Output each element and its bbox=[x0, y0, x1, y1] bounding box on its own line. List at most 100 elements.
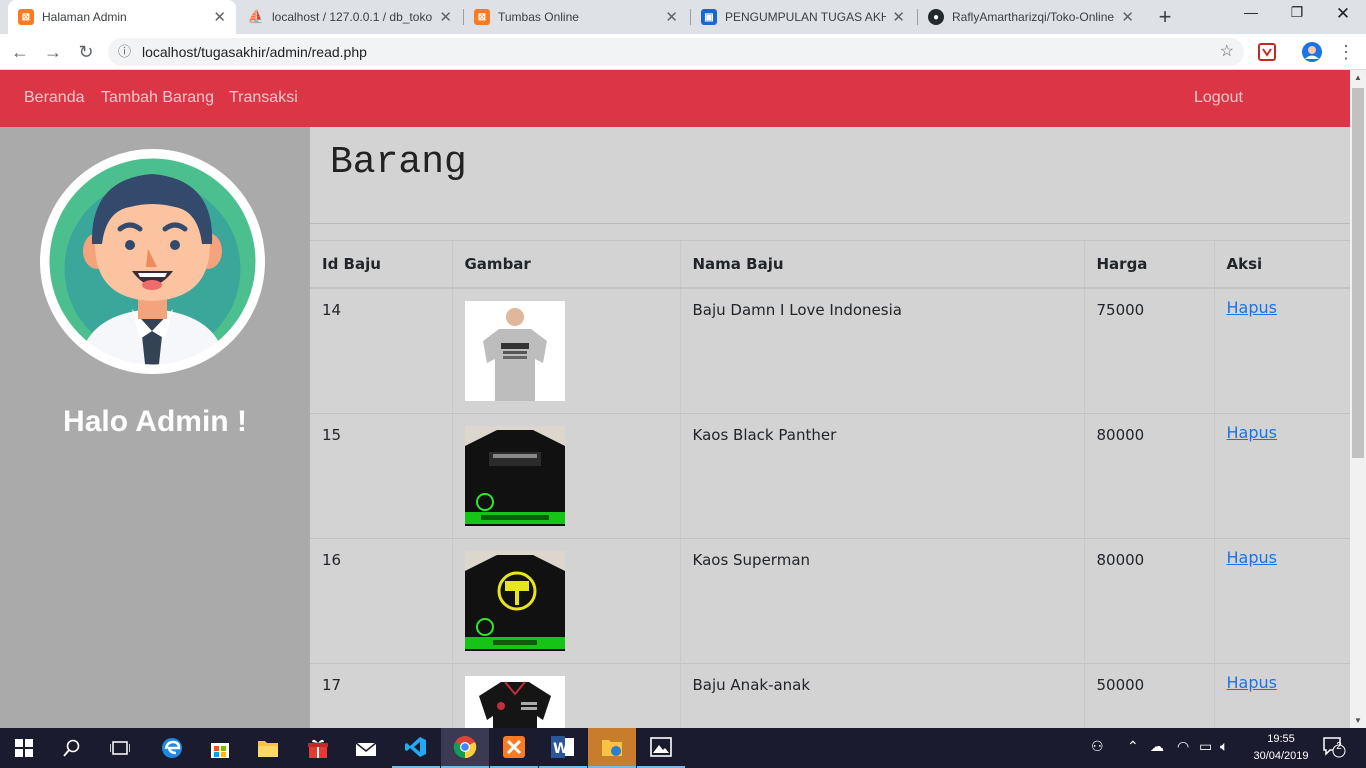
notification-count: 2 bbox=[1336, 741, 1342, 752]
clock-time: 19:55 bbox=[1267, 733, 1295, 745]
column-header-gambar: Gambar bbox=[451, 240, 680, 289]
close-tab-icon[interactable]: ✕ bbox=[213, 8, 226, 26]
info-icon[interactable]: ⓘ bbox=[118, 38, 131, 66]
address-bar[interactable]: ⓘ localhost/tugasakhir/admin/read.php ☆ bbox=[108, 38, 1244, 66]
tab-label: Tumbas Online bbox=[498, 10, 579, 24]
hapus-link[interactable]: Hapus bbox=[1227, 673, 1277, 692]
scroll-down-arrow-icon[interactable]: ▼ bbox=[1350, 716, 1366, 725]
search-icon[interactable] bbox=[48, 728, 96, 768]
bookmark-star-icon[interactable]: ☆ bbox=[1220, 38, 1234, 66]
column-header-aksi: Aksi bbox=[1213, 240, 1350, 289]
top-navbar: Beranda Tambah Barang Transaksi Logout bbox=[0, 70, 1350, 127]
tab-halaman-admin[interactable]: ⊠ Halaman Admin ✕ bbox=[8, 0, 236, 34]
photos-icon[interactable] bbox=[637, 728, 685, 768]
cell-aksi: Hapus bbox=[1213, 287, 1350, 413]
cell-id: 15 bbox=[310, 412, 452, 538]
product-image-thor-tshirt bbox=[464, 550, 565, 651]
vscode-icon[interactable] bbox=[392, 728, 440, 768]
table-row: 15 Kaos Black Panther 80000 Hapus bbox=[310, 412, 1350, 538]
cell-harga: 75000 bbox=[1083, 287, 1214, 413]
folder-app-icon[interactable] bbox=[588, 728, 636, 768]
volume-icon[interactable]: 🔈︎ bbox=[1220, 738, 1228, 755]
classroom-icon: ▣ bbox=[701, 9, 717, 25]
close-tab-icon[interactable]: ✕ bbox=[892, 8, 905, 26]
minimize-icon[interactable]: — bbox=[1228, 4, 1274, 20]
column-header-harga: Harga bbox=[1083, 240, 1214, 289]
scrollbar-thumb[interactable] bbox=[1352, 88, 1364, 458]
chrome-icon[interactable] bbox=[441, 728, 489, 768]
windows-start-icon[interactable] bbox=[0, 728, 48, 768]
wifi-icon[interactable]: ◠ bbox=[1177, 738, 1189, 755]
task-view-icon[interactable] bbox=[96, 728, 144, 768]
back-arrow-icon[interactable]: ← bbox=[8, 40, 32, 64]
tab-label: localhost / 127.0.0.1 / db_toko bbox=[272, 10, 433, 24]
tab-phpmyadmin[interactable]: ⛵ localhost / 127.0.0.1 / db_toko ✕ bbox=[238, 0, 462, 34]
file-explorer-icon[interactable] bbox=[244, 728, 292, 768]
cell-nama: Baju Anak-anak bbox=[679, 662, 1084, 728]
cell-harga: 80000 bbox=[1083, 537, 1214, 663]
phpmyadmin-icon: ⛵ bbox=[247, 9, 265, 24]
cell-harga: 80000 bbox=[1083, 412, 1214, 538]
cell-aksi: Hapus bbox=[1213, 662, 1350, 728]
close-window-icon[interactable]: ✕ bbox=[1320, 4, 1366, 24]
restore-icon[interactable]: ❐ bbox=[1274, 4, 1320, 21]
show-hidden-icons-chevron-icon[interactable]: ⌃ bbox=[1127, 738, 1139, 755]
cell-aksi: Hapus bbox=[1213, 412, 1350, 538]
logout-link[interactable]: Logout bbox=[1194, 89, 1243, 107]
close-tab-icon[interactable]: ✕ bbox=[1121, 8, 1134, 26]
notification-center-icon[interactable]: 2 bbox=[1322, 736, 1346, 761]
profile-avatar-icon[interactable] bbox=[1302, 42, 1322, 62]
new-tab-plus-icon[interactable]: + bbox=[1152, 4, 1178, 30]
sidebar: Halo Admin ! bbox=[0, 127, 310, 728]
admin-avatar-icon bbox=[43, 152, 262, 371]
tab-github[interactable]: ● RaflyAmartharizqi/Toko-Online ✕ bbox=[918, 0, 1144, 34]
extension-shield-icon[interactable] bbox=[1257, 42, 1277, 62]
cell-nama: Kaos Superman bbox=[679, 537, 1084, 663]
nav-transaksi-link[interactable]: Transaksi bbox=[229, 89, 298, 107]
hapus-link[interactable]: Hapus bbox=[1227, 298, 1277, 317]
people-icon[interactable]: ⚇ bbox=[1091, 738, 1104, 755]
hapus-link[interactable]: Hapus bbox=[1227, 423, 1277, 442]
reload-icon[interactable]: ↻ bbox=[74, 40, 98, 64]
system-clock[interactable]: 19:55 30/04/2019 bbox=[1246, 731, 1316, 765]
cell-id: 17 bbox=[310, 662, 452, 728]
browser-toolbar: ← → ↻ ⓘ localhost/tugasakhir/admin/read.… bbox=[0, 34, 1366, 70]
nav-beranda-link[interactable]: Beranda bbox=[24, 89, 85, 107]
store-icon[interactable] bbox=[196, 728, 244, 768]
scroll-up-arrow-icon[interactable]: ▲ bbox=[1350, 73, 1366, 82]
xampp-icon[interactable] bbox=[490, 728, 538, 768]
onedrive-cloud-icon[interactable]: ☁ bbox=[1150, 738, 1164, 755]
close-tab-icon[interactable]: ✕ bbox=[665, 8, 678, 26]
divider bbox=[310, 223, 1350, 224]
browser-tab-strip: ⊠ Halaman Admin ✕ ⛵ localhost / 127.0.0.… bbox=[0, 0, 1366, 34]
nav-tambah-barang-link[interactable]: Tambah Barang bbox=[101, 89, 214, 107]
tab-label: PENGUMPULAN TUGAS AKHIR bbox=[725, 10, 887, 24]
main-content: Barang Id Baju Gambar Nama Baju Harga Ak… bbox=[310, 127, 1350, 728]
xampp-icon: ⊠ bbox=[18, 9, 34, 25]
menu-kebab-icon[interactable]: ⋮ bbox=[1334, 40, 1358, 64]
vertical-scrollbar[interactable]: ▲ ▼ bbox=[1350, 70, 1366, 728]
edge-browser-icon[interactable] bbox=[148, 728, 196, 768]
tab-label: RaflyAmartharizqi/Toko-Online bbox=[952, 10, 1115, 24]
hapus-link[interactable]: Hapus bbox=[1227, 548, 1277, 567]
github-icon: ● bbox=[928, 9, 944, 25]
close-tab-icon[interactable]: ✕ bbox=[439, 8, 452, 26]
column-header-id: Id Baju bbox=[310, 240, 452, 289]
table-row: 17 Baju Anak-anak 50000 Hapus bbox=[310, 662, 1350, 728]
mail-icon[interactable] bbox=[342, 728, 390, 768]
tab-pengumpulan-tugas[interactable]: ▣ PENGUMPULAN TUGAS AKHIR ✕ bbox=[691, 0, 915, 34]
table-row: 14 Baju Damn I Love Indonesia 75000 Hapu… bbox=[310, 287, 1350, 413]
url-text: localhost/tugasakhir/admin/read.php bbox=[142, 44, 367, 60]
cell-id: 16 bbox=[310, 537, 452, 663]
cell-gambar bbox=[451, 287, 680, 413]
cell-harga: 50000 bbox=[1083, 662, 1214, 728]
forward-arrow-icon[interactable]: → bbox=[41, 40, 65, 64]
tab-tumbas-online[interactable]: ⊠ Tumbas Online ✕ bbox=[464, 0, 688, 34]
cell-aksi: Hapus bbox=[1213, 537, 1350, 663]
gift-app-icon[interactable] bbox=[294, 728, 342, 768]
battery-icon[interactable]: ▭ bbox=[1199, 738, 1212, 755]
cell-gambar bbox=[451, 412, 680, 538]
cell-gambar bbox=[451, 662, 680, 728]
admin-avatar bbox=[40, 149, 265, 374]
word-icon[interactable]: W bbox=[539, 728, 587, 768]
